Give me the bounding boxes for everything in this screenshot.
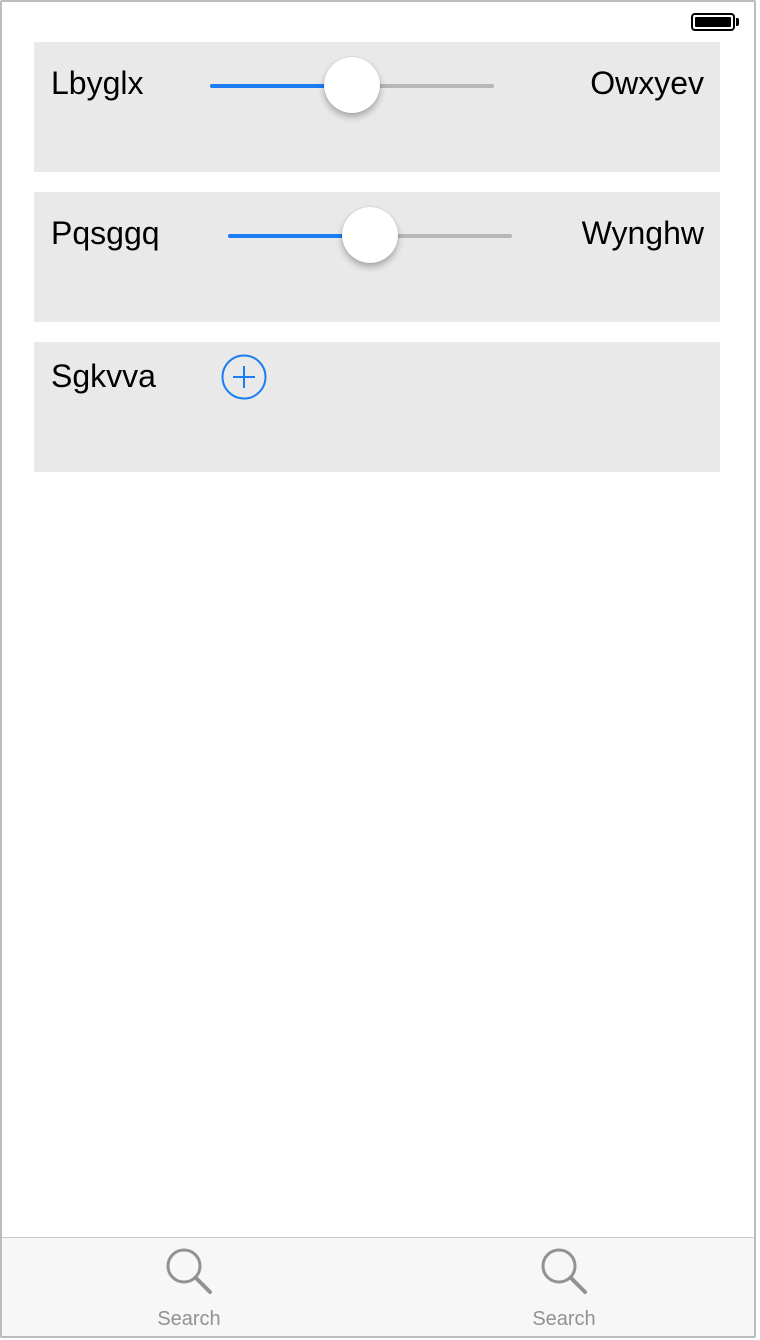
battery-icon [691,13,735,31]
slider-2[interactable] [228,206,512,266]
add-button[interactable] [221,354,267,400]
search-icon [166,1248,212,1294]
stepper-label: Sgkvva [51,358,156,394]
battery-tip [736,18,739,26]
slider-panel-1: Lbyglx Owxyev [34,42,720,172]
plus-circle-icon [221,354,267,400]
battery-level [695,17,731,27]
stepper-panel: Sgkvva [34,342,720,472]
slider-thumb[interactable] [342,207,398,263]
tab-search-2[interactable]: Search [504,1238,624,1336]
slider-min-label: Pqsggq [51,215,160,251]
phone-screen: Lbyglx Owxyev Pqsggq Wynghw Sgkvva Searc… [0,0,756,1338]
slider-panel-2: Pqsggq Wynghw [34,192,720,322]
slider-1[interactable] [210,56,494,116]
slider-min-label: Lbyglx [51,65,144,101]
slider-max-label: Owxyev [590,65,704,101]
tab-label: Search [157,1308,221,1330]
status-bar [2,2,754,42]
slider-max-label: Wynghw [581,215,704,251]
slider-thumb[interactable] [324,57,380,113]
search-icon [541,1248,587,1294]
tab-label: Search [532,1308,596,1330]
tab-search-1[interactable]: Search [129,1238,249,1336]
tab-bar: Search Search [2,1237,754,1336]
